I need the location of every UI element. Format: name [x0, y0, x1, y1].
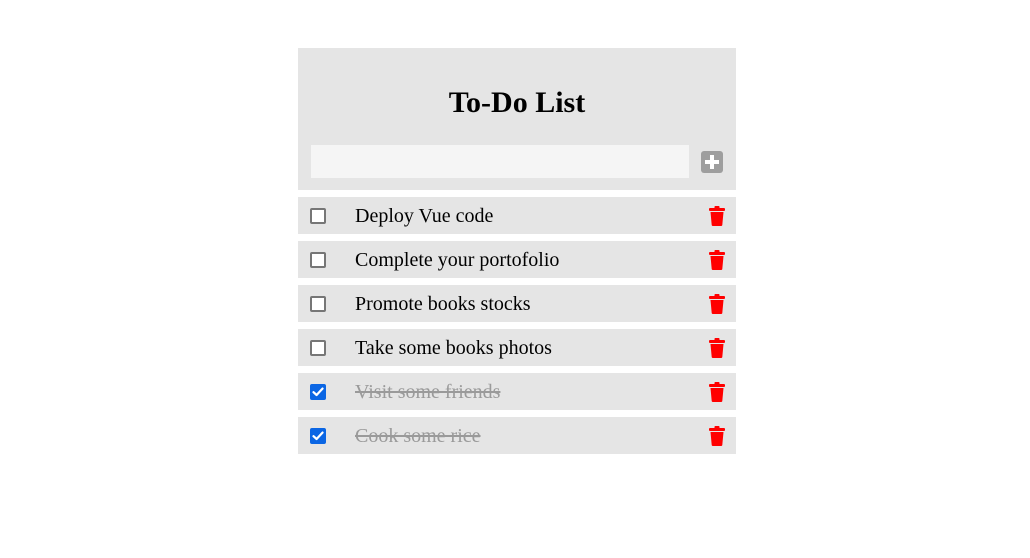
todo-checkbox[interactable]	[310, 340, 326, 356]
delete-todo-button[interactable]	[709, 250, 725, 270]
trash-icon	[709, 426, 725, 446]
todo-label: Complete your portofolio	[355, 249, 560, 271]
trash-icon	[709, 382, 725, 402]
todo-label: Deploy Vue code	[355, 205, 494, 227]
todo-item: Take some books photos	[298, 329, 736, 366]
todo-list: Deploy Vue code Complete your portofolio P…	[298, 197, 736, 454]
delete-todo-button[interactable]	[709, 338, 725, 358]
todo-label: Take some books photos	[355, 337, 552, 359]
delete-todo-button[interactable]	[709, 206, 725, 226]
check-icon	[312, 387, 324, 397]
plus-icon	[705, 155, 719, 169]
todo-label: Cook some rice	[355, 425, 481, 447]
new-todo-input[interactable]	[311, 145, 689, 178]
trash-icon	[709, 294, 725, 314]
delete-todo-button[interactable]	[709, 382, 725, 402]
delete-todo-button[interactable]	[709, 294, 725, 314]
todo-label: Promote books stocks	[355, 293, 531, 315]
todo-checkbox[interactable]	[310, 428, 326, 444]
todo-app: To-Do List Deploy Vue code Complete your …	[298, 48, 736, 454]
todo-item: Complete your portofolio	[298, 241, 736, 278]
delete-todo-button[interactable]	[709, 426, 725, 446]
todo-checkbox[interactable]	[310, 208, 326, 224]
page-title: To-Do List	[448, 86, 586, 119]
todo-checkbox[interactable]	[310, 296, 326, 312]
check-icon	[312, 431, 324, 441]
todo-checkbox[interactable]	[310, 384, 326, 400]
todo-item: Visit some friends	[298, 373, 736, 410]
todo-label: Visit some friends	[355, 381, 501, 403]
todo-item: Deploy Vue code	[298, 197, 736, 234]
trash-icon	[709, 338, 725, 358]
todo-item: Cook some rice	[298, 417, 736, 454]
trash-icon	[709, 206, 725, 226]
todo-checkbox[interactable]	[310, 252, 326, 268]
todo-header: To-Do List	[298, 48, 736, 190]
add-todo-button[interactable]	[701, 151, 723, 173]
trash-icon	[709, 250, 725, 270]
todo-item: Promote books stocks	[298, 285, 736, 322]
